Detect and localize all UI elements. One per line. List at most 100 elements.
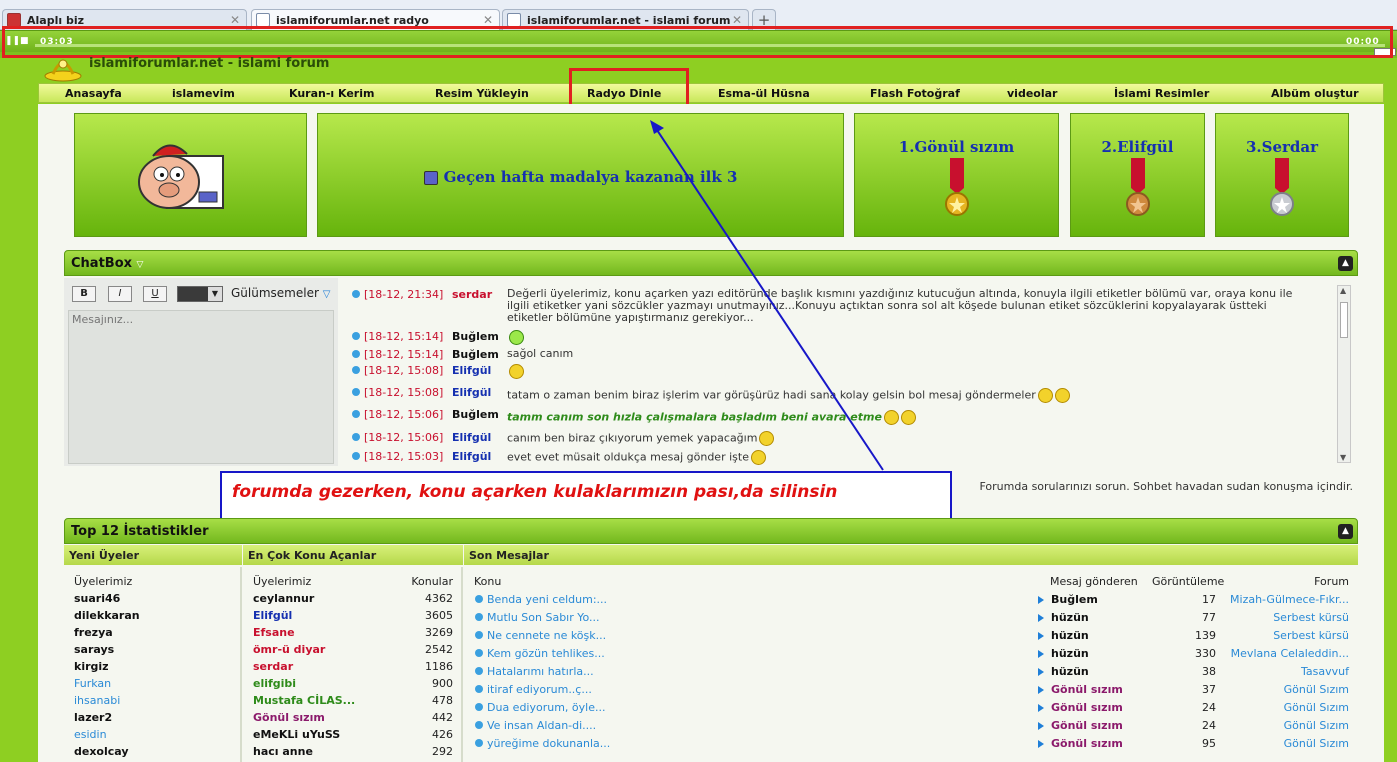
column-label: Konular — [411, 575, 453, 588]
topic-link[interactable]: Hatalarımı hatırla... — [487, 665, 594, 678]
nav-album-olustur[interactable]: Albüm oluştur — [1271, 87, 1359, 100]
message-user[interactable]: Elifgül — [452, 450, 491, 463]
sender-name[interactable]: Gönül sızım — [1051, 719, 1123, 732]
sender-name[interactable]: hüzün — [1051, 611, 1089, 624]
underline-button[interactable]: U — [143, 286, 167, 302]
message-time: [18-12, 21:34] — [364, 288, 444, 301]
forum-link[interactable]: Gönül Sızım — [1284, 683, 1349, 696]
chatbox-title[interactable]: ChatBox ▽ — [71, 256, 143, 271]
view-count: 77 — [1202, 611, 1216, 624]
nav-resim-yukleyin[interactable]: Resim Yükleyin — [435, 87, 529, 100]
view-count: 24 — [1202, 719, 1216, 732]
smilies-dropdown[interactable]: Gülümsemeler ▽ — [231, 286, 330, 300]
member-name[interactable]: lazer2 — [74, 711, 112, 724]
message-input[interactable] — [68, 310, 334, 464]
nav-anasayfa[interactable]: Anasayfa — [65, 87, 122, 100]
member-name[interactable]: Furkan — [74, 677, 111, 690]
nav-kuran[interactable]: Kuran-ı Kerim — [289, 87, 374, 100]
forum-link[interactable]: Serbest kürsü — [1273, 629, 1349, 642]
close-tab-icon[interactable]: ✕ — [732, 13, 742, 27]
chat-scrollbar[interactable]: ▲ ▼ — [1337, 285, 1351, 463]
grin-smiley-icon — [509, 330, 524, 345]
topic-link[interactable]: Ve insan Aldan-di.... — [487, 719, 596, 732]
topic-link[interactable]: Mutlu Son Sabır Yo... — [487, 611, 600, 624]
topic-count: 2542 — [425, 643, 453, 656]
message-user[interactable]: Elifgül — [452, 431, 491, 444]
message-user[interactable]: Elifgül — [452, 386, 491, 399]
collapse-icon[interactable]: ▲ — [1338, 256, 1353, 271]
sender-name[interactable]: hüzün — [1051, 629, 1089, 642]
forum-link[interactable]: Gönül Sızım — [1284, 737, 1349, 750]
topic-link[interactable]: Dua ediyorum, öyle... — [487, 701, 605, 714]
close-tab-icon[interactable]: ✕ — [230, 13, 240, 27]
play-arrow-icon — [1038, 684, 1050, 697]
sender-name[interactable]: Gönül sızım — [1051, 683, 1123, 696]
forum-link[interactable]: Gönül Sızım — [1284, 701, 1349, 714]
member-name[interactable]: kirgiz — [74, 660, 109, 673]
topic-count: 292 — [432, 745, 453, 758]
poster-name[interactable]: Elifgül — [253, 609, 292, 622]
mascot-icon — [138, 144, 224, 209]
member-name[interactable]: esidin — [74, 728, 107, 741]
message-user[interactable]: Buğlem — [452, 330, 499, 343]
winner-name: 3.Serdar — [1245, 138, 1319, 156]
member-name[interactable]: suari46 — [74, 592, 120, 605]
nav-esma-ul-husna[interactable]: Esma-ül Hüsna — [718, 87, 810, 100]
nav-islamevim[interactable]: islamevim — [172, 87, 235, 100]
message-user[interactable]: Elifgül — [452, 364, 491, 377]
poster-name[interactable]: serdar — [253, 660, 293, 673]
collapse-icon[interactable]: ▲ — [1338, 524, 1353, 539]
topic-link[interactable]: Kem gözün tehlikes... — [487, 647, 605, 660]
member-name[interactable]: ihsanabi — [74, 694, 120, 707]
sender-name[interactable]: Gönül sızım — [1051, 737, 1123, 750]
forum-link[interactable]: Mevlana Celaleddin... — [1231, 647, 1349, 660]
forum-link[interactable]: Mizah-Gülmece-Fıkr... — [1230, 593, 1349, 606]
bullet-icon — [475, 613, 483, 621]
poster-name[interactable]: ceylannur — [253, 592, 314, 605]
message-user[interactable]: serdar — [452, 288, 492, 301]
poster-name[interactable]: hacı anne — [253, 745, 313, 758]
sender-name[interactable]: Buğlem — [1051, 593, 1098, 606]
poster-name[interactable]: Efsane — [253, 626, 295, 639]
topic-link[interactable]: itiraf ediyorum..ç... — [487, 683, 592, 696]
member-name[interactable]: dexolcay — [74, 745, 129, 758]
message-user[interactable]: Buğlem — [452, 408, 499, 421]
site-logo-icon — [44, 59, 82, 82]
bullet-icon — [352, 452, 360, 460]
close-tab-icon[interactable]: ✕ — [483, 13, 493, 27]
member-name[interactable]: sarays — [74, 643, 114, 656]
member-name[interactable]: dilekkaran — [74, 609, 140, 622]
bullet-icon — [352, 332, 360, 340]
bullet-icon — [352, 366, 360, 374]
top-posters-header: En Çok Konu Açanlar — [243, 545, 463, 565]
highlight-player-box — [2, 26, 1393, 58]
topic-link[interactable]: yüreğime dokunanla... — [487, 737, 610, 750]
poster-name[interactable]: elifgibi — [253, 677, 296, 690]
forum-link[interactable]: Serbest kürsü — [1273, 611, 1349, 624]
message-time: [18-12, 15:06] — [364, 431, 444, 444]
poster-name[interactable]: ömr-ü diyar — [253, 643, 325, 656]
poster-name[interactable]: eMeKLi uYuSS — [253, 728, 340, 741]
forum-link[interactable]: Gönül Sızım — [1284, 719, 1349, 732]
sender-name[interactable]: hüzün — [1051, 647, 1089, 660]
sender-name[interactable]: Gönül sızım — [1051, 701, 1123, 714]
poster-name[interactable]: Gönül sızım — [253, 711, 325, 724]
blush-smiley-icon — [1054, 388, 1070, 403]
winner-card-3[interactable]: 3.Serdar — [1215, 113, 1349, 237]
topic-link[interactable]: Ne cennete ne köşk... — [487, 629, 606, 642]
poster-name[interactable]: Mustafa CİLAS... — [253, 694, 355, 707]
sender-name[interactable]: hüzün — [1051, 665, 1089, 678]
forum-link[interactable]: Tasavvuf — [1301, 665, 1349, 678]
message-user[interactable]: Buğlem — [452, 348, 499, 361]
nav-islami-resimler[interactable]: İslami Resimler — [1114, 87, 1209, 100]
nav-flash-fotograf[interactable]: Flash Fotoğraf — [870, 87, 960, 100]
italic-button[interactable]: I — [108, 286, 132, 302]
color-select[interactable]: ▼ — [177, 286, 223, 302]
new-members-header: Yeni Üyeler — [64, 545, 242, 565]
nav-videolar[interactable]: videolar — [1007, 87, 1057, 100]
topic-link[interactable]: Benda yeni celdum:... — [487, 593, 607, 606]
winner-card-2[interactable]: 2.Elifgül — [1070, 113, 1205, 237]
view-count: 24 — [1202, 701, 1216, 714]
bold-button[interactable]: B — [72, 286, 96, 302]
member-name[interactable]: frezya — [74, 626, 113, 639]
